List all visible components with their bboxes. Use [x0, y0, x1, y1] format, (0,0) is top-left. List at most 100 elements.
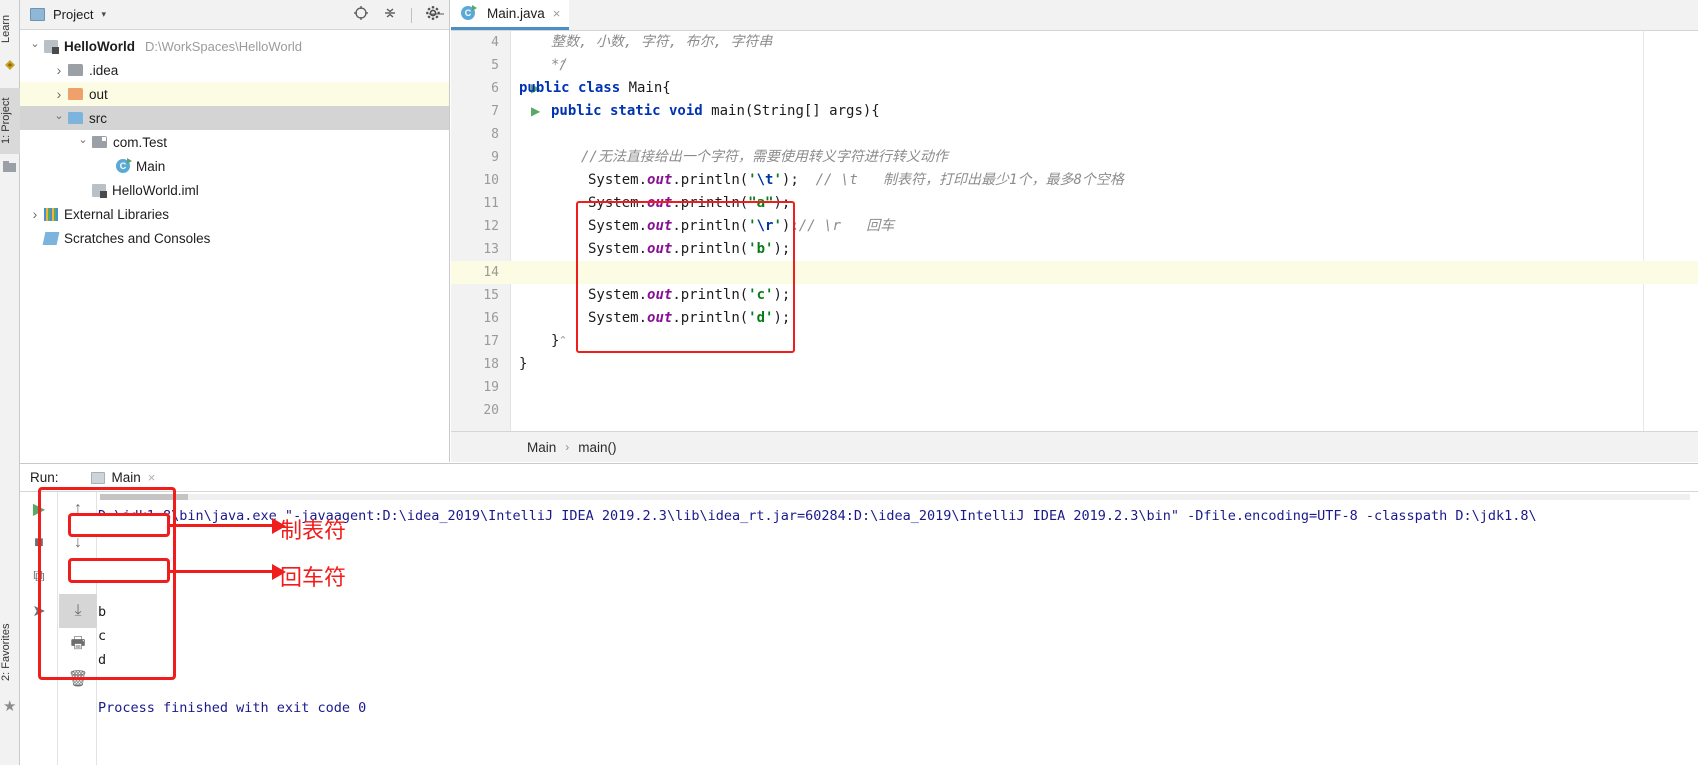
- restart-icon-glyph: ⧉: [33, 568, 45, 585]
- run-toolbar-secondary: ↑ ↓ ≡ ⤓ 🖶 🗑: [59, 492, 97, 765]
- run-tool-window: Run: Main × ▶ ■ ⧉ ➤ ↑ ↓ ≡ ⤓ 🖶 🗑 D:\jdk1.8\bin\ja…: [20, 463, 1698, 765]
- locate-icon[interactable]: [353, 5, 369, 26]
- code-line-text: public static void main(String[] args){: [551, 100, 880, 123]
- stop-icon-glyph: ■: [34, 534, 44, 551]
- code-token: );: [773, 241, 791, 257]
- code-token: \r: [756, 218, 774, 234]
- line-number: 6: [491, 81, 499, 96]
- run-gutter-icon[interactable]: ▶: [531, 100, 543, 123]
- print-icon[interactable]: 🖶: [59, 628, 97, 662]
- tree-node-helloworld-iml[interactable]: HelloWorld.iml: [20, 178, 449, 202]
- run-panel-header: Run: Main ×: [20, 464, 1698, 491]
- scroll-to-end-icon-glyph: ⤓: [74, 602, 82, 619]
- code-line-13[interactable]: 13 System.out.println('b');: [451, 238, 1698, 261]
- soft-wrap-icon[interactable]: ≡: [59, 560, 97, 594]
- code-line-16[interactable]: 16 System.out.println('d');: [451, 307, 1698, 330]
- code-token: System.: [588, 195, 648, 211]
- tree-node--idea[interactable]: .idea: [20, 58, 449, 82]
- tab-main-java[interactable]: C Main.java ×: [451, 0, 570, 30]
- tree-node-com-test[interactable]: com.Test: [20, 130, 449, 154]
- minimize-icon[interactable]: —: [429, 6, 444, 21]
- run-tab-main[interactable]: Main ×: [90, 470, 156, 485]
- code-token: }: [551, 333, 560, 349]
- tree-node-main[interactable]: C Main: [20, 154, 449, 178]
- chevron-down-icon[interactable]: [74, 136, 92, 149]
- chevron-down-icon[interactable]: [50, 112, 68, 125]
- console-scrollbar-track[interactable]: [100, 494, 1690, 500]
- restart-icon[interactable]: ⧉: [20, 560, 58, 594]
- code-line-11[interactable]: 11 System.out.println("a");: [451, 192, 1698, 215]
- code-line-20[interactable]: 20: [451, 399, 1698, 422]
- line-number: 16: [483, 311, 499, 326]
- chevron-down-icon[interactable]: ▾: [101, 9, 106, 20]
- package-icon: [92, 136, 107, 148]
- code-token: .println(: [672, 218, 749, 234]
- chevron-right-icon[interactable]: [50, 62, 68, 78]
- code-line-7[interactable]: 7 ▶ ⌄ public static void main(String[] args…: [451, 100, 1698, 123]
- chevron-right-icon[interactable]: [26, 206, 44, 222]
- code-line-text: */: [551, 54, 568, 77]
- run-tab-label: Main: [111, 470, 141, 485]
- soft-wrap-icon-glyph: ≡: [73, 568, 83, 585]
- run-configuration-icon: [90, 471, 105, 484]
- rerun-icon[interactable]: ▶: [20, 492, 58, 526]
- collapse-all-icon[interactable]: [382, 5, 398, 26]
- code-token: out: [647, 310, 673, 326]
- clear-all-icon[interactable]: 🗑: [59, 662, 97, 696]
- pin-icon[interactable]: ➤: [20, 594, 58, 628]
- code-line-6[interactable]: 6 ▶ public class Main{: [451, 77, 1698, 100]
- code-content[interactable]: 4 整数, 小数, 字符, 布尔, 字符串 5 ⌃ */6 ▶ public class M…: [451, 31, 1698, 431]
- scroll-to-end-icon[interactable]: ⤓: [59, 594, 97, 628]
- java-class-icon: C: [116, 158, 132, 173]
- code-token: System.: [588, 241, 648, 257]
- code-line-9[interactable]: 9 //无法直接给出一个字符，需要使用转义字符进行转义动作: [451, 146, 1698, 169]
- chevron-right-icon[interactable]: [50, 86, 68, 102]
- sidebar-tab-favorites[interactable]: 2: Favorites: [0, 612, 20, 692]
- code-line-18[interactable]: 18}: [451, 353, 1698, 376]
- line-number: 17: [483, 334, 499, 349]
- stop-icon[interactable]: ■: [20, 526, 58, 560]
- code-token: );: [773, 310, 791, 326]
- sidebar-tab-project[interactable]: 1: Project: [0, 88, 20, 154]
- code-line-text: System.out.println('c');: [588, 284, 790, 307]
- sidebar-tab-learn[interactable]: Learn: [0, 6, 20, 52]
- code-line-text: public class Main{: [519, 77, 671, 100]
- close-icon[interactable]: ×: [553, 6, 561, 21]
- line-number: 4: [491, 35, 499, 50]
- code-line-5[interactable]: 5 ⌃ */: [451, 54, 1698, 77]
- console-line: d: [98, 652, 107, 668]
- code-line-10[interactable]: 10 System.out.println('\t'); // \t 制表符，打印…: [451, 169, 1698, 192]
- tree-node-label: com.Test: [113, 134, 168, 150]
- scroll-up-icon[interactable]: ↑: [59, 492, 97, 526]
- code-token: public static void: [551, 103, 712, 119]
- code-token: .println(: [672, 172, 749, 188]
- code-token: out: [647, 172, 673, 188]
- tree-node-src[interactable]: src: [20, 106, 449, 130]
- code-line-15[interactable]: 15 System.out.println('c');: [451, 284, 1698, 307]
- scroll-down-icon[interactable]: ↓: [59, 526, 97, 560]
- code-line-12[interactable]: 12 System.out.println('\r');// \r 回车: [451, 215, 1698, 238]
- code-line-text: //无法直接给出一个字符，需要使用转义字符进行转义动作: [581, 146, 948, 169]
- close-icon[interactable]: ×: [148, 470, 156, 485]
- code-line-8[interactable]: 8: [451, 123, 1698, 146]
- run-label: Run:: [30, 470, 59, 485]
- line-number: 19: [483, 380, 499, 395]
- chevron-down-icon[interactable]: [26, 40, 44, 53]
- code-line-19[interactable]: 19: [451, 376, 1698, 399]
- project-tree: HelloWorld D:\WorkSpaces\HelloWorld .idea o…: [20, 30, 449, 250]
- code-line-17[interactable]: 17 ⌃}: [451, 330, 1698, 353]
- console-scrollbar-thumb[interactable]: [100, 494, 188, 500]
- tree-node-helloworld[interactable]: HelloWorld D:\WorkSpaces\HelloWorld: [20, 34, 449, 58]
- code-token: .println(: [672, 310, 749, 326]
- tree-node-external-libraries[interactable]: External Libraries: [20, 202, 449, 226]
- breadcrumb-item-class[interactable]: Main: [527, 440, 556, 455]
- tree-node-scratches-and-consoles[interactable]: Scratches and Consoles: [20, 226, 449, 250]
- breadcrumb-item-method[interactable]: main(): [578, 440, 616, 455]
- code-line-4[interactable]: 4 整数, 小数, 字符, 布尔, 字符串: [451, 31, 1698, 54]
- code-token: */: [551, 57, 568, 73]
- code-token: }: [519, 356, 528, 372]
- tree-node-out[interactable]: out: [20, 82, 449, 106]
- code-line-14[interactable]: 14: [451, 261, 1698, 284]
- console-line: b: [98, 604, 107, 620]
- editor-body[interactable]: 4 整数, 小数, 字符, 布尔, 字符串 5 ⌃ */6 ▶ public class M…: [451, 31, 1698, 431]
